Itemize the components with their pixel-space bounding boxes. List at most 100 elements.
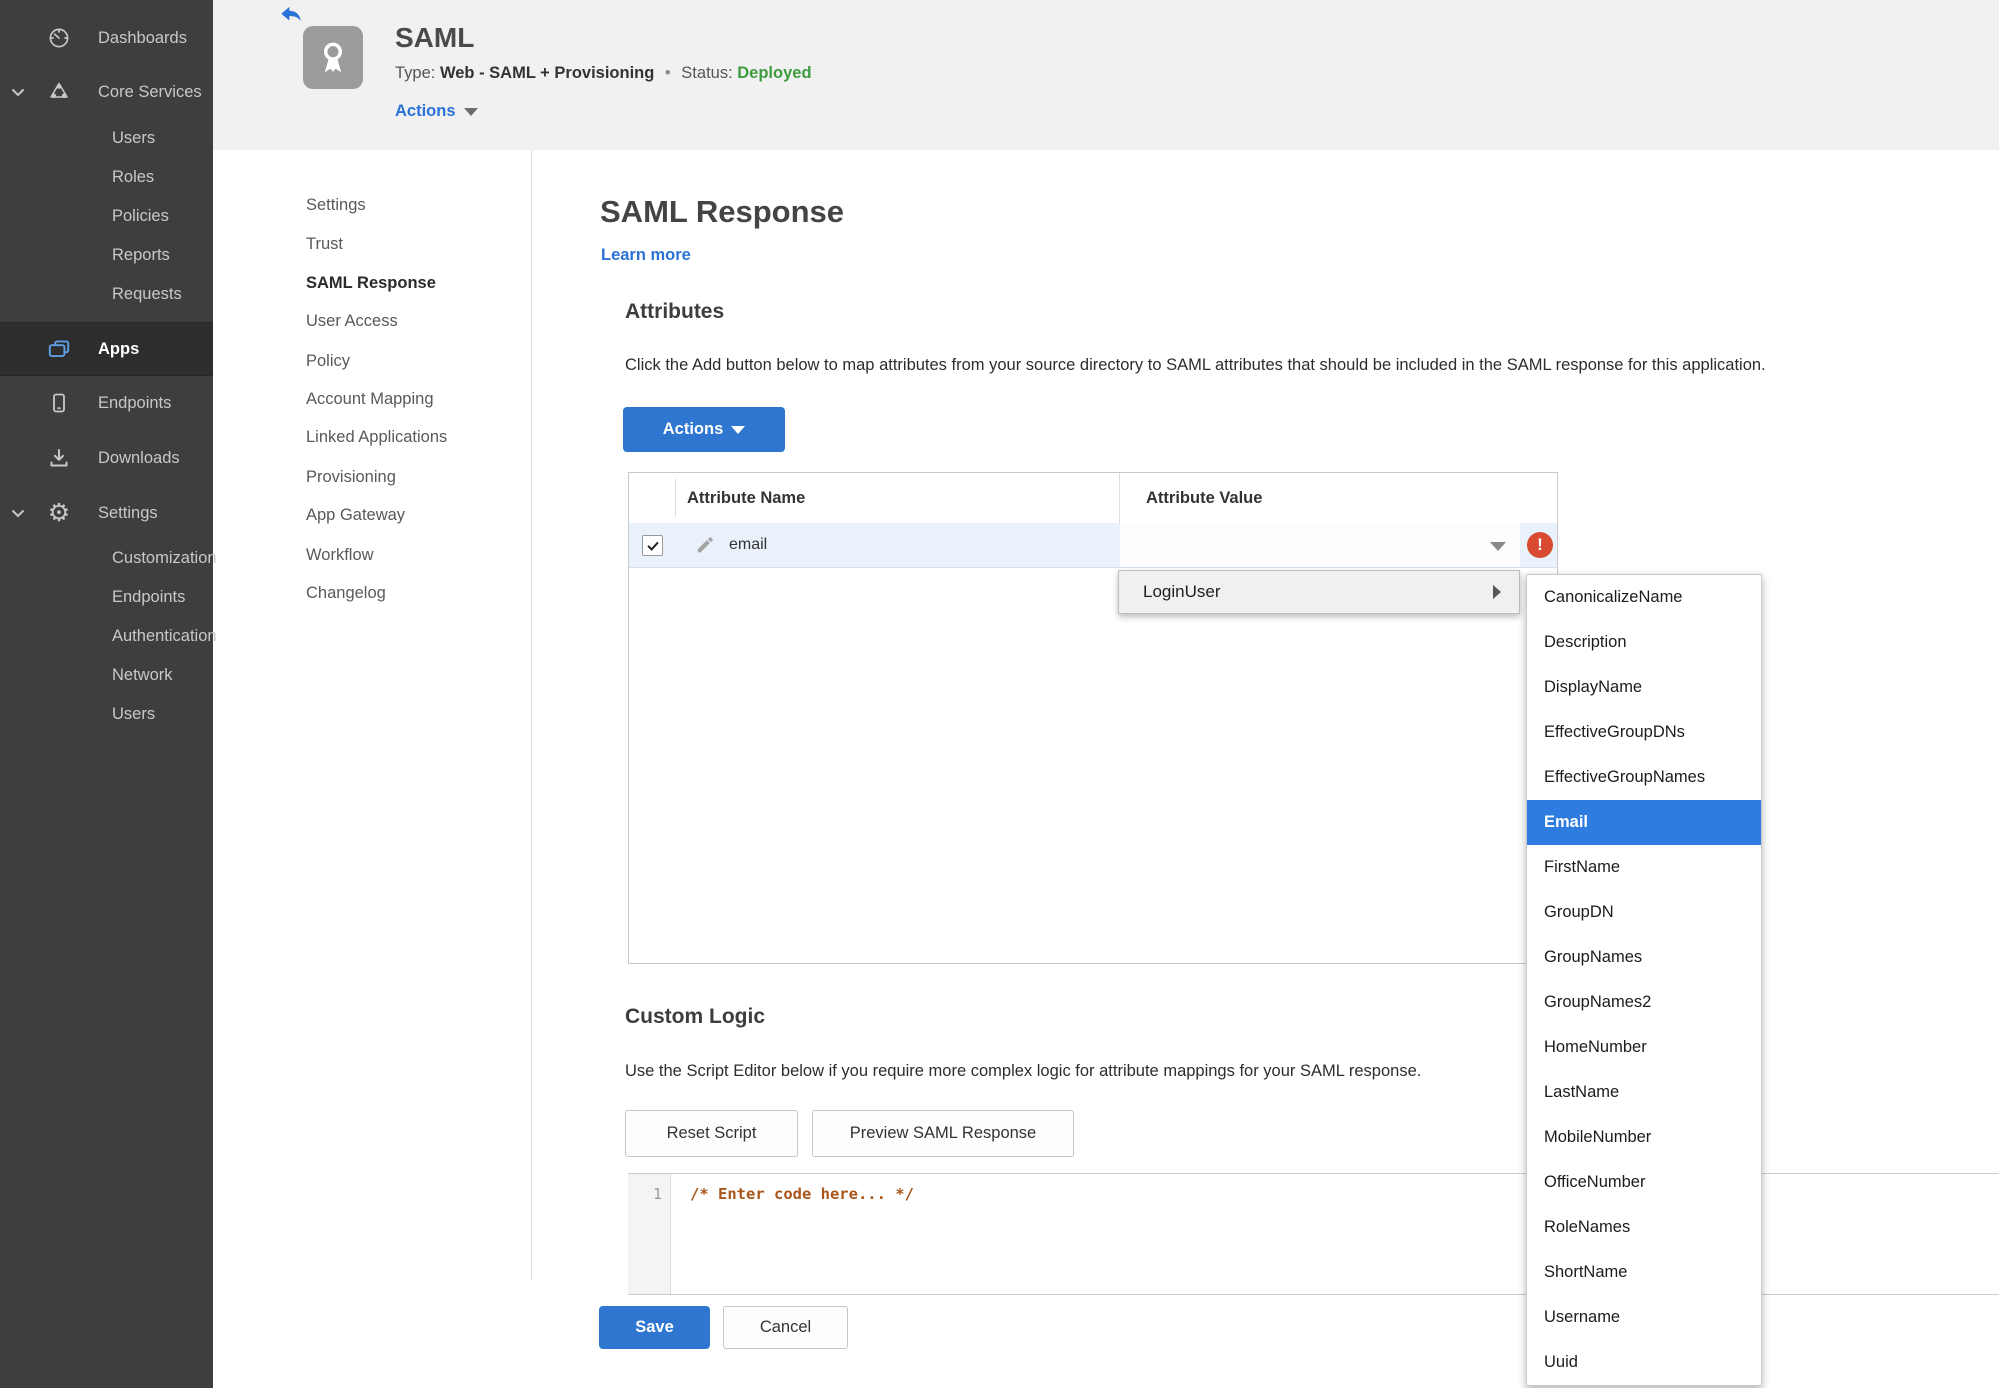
submenu-item-effectivegroupdns[interactable]: EffectiveGroupDNs — [1527, 710, 1761, 755]
submenu-item-groupnames2[interactable]: GroupNames2 — [1527, 980, 1761, 1025]
submenu-item-firstname[interactable]: FirstName — [1527, 845, 1761, 890]
tab-saml-response[interactable]: SAML Response — [306, 268, 436, 298]
sidebar-item-dashboards[interactable]: Dashboards — [0, 20, 213, 56]
tab-workflow[interactable]: Workflow — [306, 540, 374, 570]
sidebar-item-label: Endpoints — [98, 393, 172, 412]
sidebar-item-policies[interactable]: Policies — [0, 198, 213, 234]
sidebar-item-requests[interactable]: Requests — [0, 276, 213, 312]
header-actions-label: Actions — [395, 102, 456, 120]
reset-script-button[interactable]: Reset Script — [625, 1110, 798, 1157]
header-actions-menu[interactable]: Actions — [395, 102, 478, 121]
page-title: SAML Response — [600, 194, 845, 229]
sidebar-item-settings-endpoints[interactable]: Endpoints — [0, 579, 213, 615]
back-icon[interactable] — [277, 2, 305, 28]
submenu-item-canonicalizename[interactable]: CanonicalizeName — [1527, 575, 1761, 620]
sidebar: Dashboards Core Services Users Roles Pol… — [0, 0, 217, 1388]
submenu-item-officenumber[interactable]: OfficeNumber — [1527, 1160, 1761, 1205]
column-header-attribute-value: Attribute Value — [1146, 488, 1263, 507]
submenu-arrow-icon — [1493, 585, 1501, 599]
sidebar-item-network[interactable]: Network — [0, 657, 213, 693]
app-name: SAML — [395, 22, 475, 53]
sidebar-item-label: Authentication — [112, 626, 217, 645]
sidebar-item-apps[interactable]: Apps — [0, 322, 213, 376]
sidebar-item-endpoints[interactable]: Endpoints — [0, 385, 213, 421]
error-icon: ! — [1527, 532, 1553, 558]
chevron-down-icon — [463, 107, 478, 116]
column-separator — [675, 479, 676, 517]
submenu-item-mobilenumber[interactable]: MobileNumber — [1527, 1115, 1761, 1160]
sidebar-item-users[interactable]: Users — [0, 120, 213, 156]
submenu-item-description[interactable]: Description — [1527, 620, 1761, 665]
status-label: Status: — [681, 64, 733, 82]
submenu-item-effectivegroupnames[interactable]: EffectiveGroupNames — [1527, 755, 1761, 800]
submenu-item-homenumber[interactable]: HomeNumber — [1527, 1025, 1761, 1070]
submenu-item-uuid[interactable]: Uuid — [1527, 1340, 1761, 1385]
script-editor[interactable]: 1 /* Enter code here... */ — [628, 1173, 1999, 1295]
value-submenu: CanonicalizeName Description DisplayName… — [1526, 574, 1762, 1386]
learn-more-link[interactable]: Learn more — [601, 246, 691, 265]
endpoints-device-icon — [46, 390, 72, 416]
submenu-item-groupdn[interactable]: GroupDN — [1527, 890, 1761, 935]
attributes-description: Click the Add button below to map attrib… — [625, 356, 1766, 374]
editor-gutter: 1 — [628, 1174, 671, 1294]
custom-logic-heading: Custom Logic — [625, 1005, 765, 1028]
core-services-icon — [46, 79, 72, 105]
tab-policy[interactable]: Policy — [306, 346, 350, 376]
settings-gear-icon: ⚙ — [47, 498, 71, 527]
dashboard-gauge-icon — [46, 25, 72, 51]
chevron-down-icon — [731, 425, 746, 434]
preview-saml-response-button[interactable]: Preview SAML Response — [812, 1110, 1074, 1157]
tab-changelog[interactable]: Changelog — [306, 578, 386, 608]
type-label: Type: — [395, 64, 436, 82]
attribute-value-dropdown[interactable] — [1120, 523, 1520, 567]
tab-user-access[interactable]: User Access — [306, 306, 398, 336]
editor-line-number: 1 — [652, 1185, 662, 1203]
sidebar-item-settings[interactable]: ⚙ Settings — [0, 495, 213, 531]
tab-account-mapping[interactable]: Account Mapping — [306, 384, 434, 414]
dropdown-caret-icon — [1490, 542, 1506, 551]
attributes-actions-button[interactable]: Actions — [623, 407, 785, 452]
sidebar-item-label: Endpoints — [112, 587, 186, 606]
submenu-item-rolenames[interactable]: RoleNames — [1527, 1205, 1761, 1250]
sidebar-item-label: Downloads — [98, 448, 180, 467]
tab-provisioning[interactable]: Provisioning — [306, 462, 396, 492]
downloads-icon — [46, 445, 72, 471]
sidebar-item-label: Core Services — [98, 82, 202, 101]
submenu-item-username[interactable]: Username — [1527, 1295, 1761, 1340]
submenu-item-email[interactable]: Email — [1527, 800, 1761, 845]
sidebar-item-roles[interactable]: Roles — [0, 159, 213, 195]
attributes-heading: Attributes — [625, 300, 725, 323]
sidebar-item-label: Users — [112, 128, 156, 147]
chevron-down-icon[interactable] — [10, 504, 28, 522]
app-window: Dashboards Core Services Users Roles Pol… — [0, 0, 1999, 1388]
sidebar-item-label: Reports — [112, 245, 170, 264]
tab-linked-applications[interactable]: Linked Applications — [306, 422, 447, 452]
tab-trust[interactable]: Trust — [306, 229, 343, 259]
cancel-button[interactable]: Cancel — [723, 1306, 848, 1349]
row-checkbox[interactable] — [642, 535, 663, 556]
meta-separator: • — [664, 64, 671, 82]
apps-icon — [46, 336, 72, 362]
table-header-row: Attribute Name Attribute Value — [629, 473, 1557, 524]
chevron-down-icon[interactable] — [10, 83, 28, 101]
sidebar-item-customization[interactable]: Customization — [0, 540, 217, 576]
submenu-item-displayname[interactable]: DisplayName — [1527, 665, 1761, 710]
save-button[interactable]: Save — [599, 1306, 710, 1349]
app-ribbon-icon — [303, 26, 363, 89]
sidebar-item-reports[interactable]: Reports — [0, 237, 213, 273]
column-separator — [1119, 473, 1120, 523]
submenu-item-groupnames[interactable]: GroupNames — [1527, 935, 1761, 980]
tab-settings[interactable]: Settings — [306, 190, 366, 220]
sidebar-item-settings-users[interactable]: Users — [0, 696, 213, 732]
sidebar-item-downloads[interactable]: Downloads — [0, 440, 213, 476]
sidebar-item-authentication[interactable]: Authentication — [0, 618, 217, 654]
submenu-item-shortname[interactable]: ShortName — [1527, 1250, 1761, 1295]
table-row[interactable]: email ! — [629, 523, 1557, 568]
app-meta: Type: Web - SAML + Provisioning • Status… — [395, 64, 812, 83]
value-menu-loginuser[interactable]: LoginUser — [1118, 570, 1520, 614]
sidebar-item-core-services[interactable]: Core Services — [0, 74, 213, 110]
tab-app-gateway[interactable]: App Gateway — [306, 500, 405, 530]
submenu-item-lastname[interactable]: LastName — [1527, 1070, 1761, 1115]
attributes-table: Attribute Name Attribute Value email ! — [628, 472, 1558, 964]
editor-code[interactable]: /* Enter code here... */ — [690, 1185, 914, 1203]
